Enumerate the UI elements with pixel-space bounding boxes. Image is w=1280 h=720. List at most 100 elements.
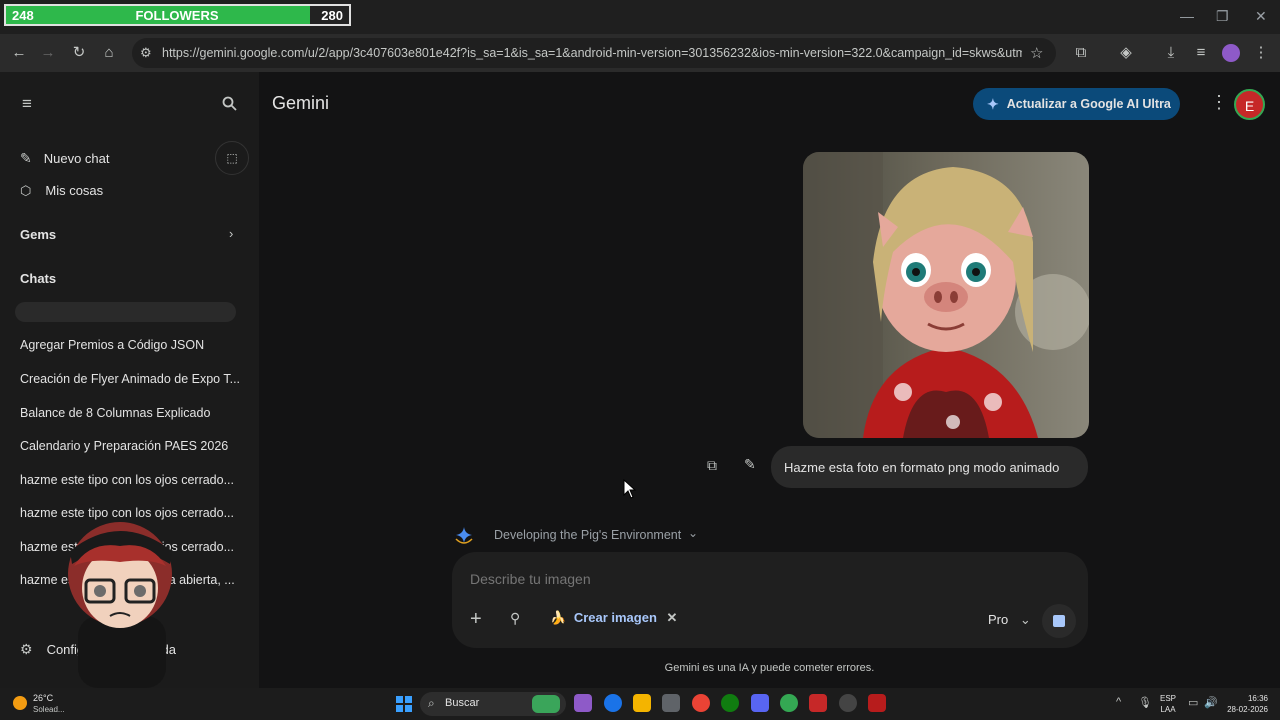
my-stuff-button[interactable]: ⬡ Mis cosas — [20, 183, 103, 199]
disclaimer: Gemini es una IA y puede cometer errores… — [664, 662, 875, 674]
media-control-icon[interactable]: ≡ — [1190, 42, 1212, 64]
create-image-chip[interactable]: 🍌 Crear imagen ✕ — [550, 610, 677, 626]
stop-button[interactable] — [1042, 604, 1076, 638]
user-prompt-bubble: Hazme esta foto en formato png modo anim… — [771, 446, 1088, 488]
copilot-icon[interactable] — [574, 694, 592, 712]
restore-icon[interactable]: ❐ — [1216, 8, 1229, 25]
search-highlight-icon — [532, 695, 560, 713]
followers-current: 248 — [12, 7, 34, 23]
new-chat-button[interactable]: ✎ Nuevo chat — [20, 150, 110, 167]
tools-icon[interactable]: ⚲ — [510, 610, 520, 627]
model-label: Pro — [988, 612, 1009, 627]
store-icon[interactable] — [662, 694, 680, 712]
temporary-chat-icon[interactable]: ⬚ — [215, 141, 249, 175]
language-indicator[interactable]: ESP LAA — [1160, 693, 1176, 715]
chat-item[interactable]: Balance de 8 Columnas Explicado — [20, 406, 240, 420]
pig-character-image — [803, 152, 1089, 438]
network-icon[interactable]: ▭ — [1188, 696, 1198, 709]
close-icon[interactable]: ✕ — [1255, 8, 1267, 25]
chat-item[interactable]: hazme este tipo con los ojos cerrado... — [20, 473, 240, 487]
streamer-avatar-overlay — [68, 522, 172, 688]
incognito-icon[interactable]: ◈ — [1115, 42, 1137, 64]
date: 28-02-2026 — [1227, 705, 1268, 714]
lang-bottom: LAA — [1160, 705, 1176, 714]
xbox-icon[interactable] — [721, 694, 739, 712]
chrome-icon[interactable] — [692, 694, 710, 712]
chat-item[interactable]: Agregar Premios a Código JSON — [20, 338, 240, 352]
home-icon[interactable]: ⌂ — [98, 42, 120, 64]
weather-temp[interactable]: 26°C — [33, 693, 53, 703]
bookmark-star-icon[interactable]: ☆ — [1030, 44, 1043, 62]
browser-menu-icon[interactable]: ⋮ — [1250, 42, 1272, 64]
download-icon[interactable]: ⤓ — [1160, 42, 1182, 64]
copy-icon[interactable]: ⧉ — [707, 457, 717, 474]
app-icon[interactable] — [868, 694, 886, 712]
site-info-icon[interactable]: ⚙ — [140, 45, 152, 61]
create-image-label: Crear imagen — [573, 610, 657, 625]
volume-icon[interactable]: 🔊 — [1204, 696, 1218, 709]
new-chat-label: Nuevo chat — [43, 151, 110, 166]
microphone-icon[interactable]: 🎙 — [1138, 696, 1152, 709]
weather-sun-icon[interactable] — [13, 696, 27, 710]
app-icon[interactable] — [809, 694, 827, 712]
followers-label: FOLLOWERS — [135, 7, 219, 23]
gems-label: Gems — [20, 227, 57, 242]
sparkle-icon: ✦ — [987, 95, 999, 112]
gear-icon: ⚙ — [20, 641, 33, 657]
extensions-icon[interactable]: ⧉ — [1070, 42, 1092, 64]
banana-icon: 🍌 — [550, 610, 567, 625]
url-text[interactable]: https://gemini.google.com/u/2/app/3c4076… — [162, 46, 1022, 60]
browser-toolbar: ← → ↻ ⌂ ⚙ https://gemini.google.com/u/2/… — [0, 34, 1280, 72]
address-bar[interactable]: ⚙ https://gemini.google.com/u/2/app/3c40… — [132, 38, 1056, 68]
edit-icon[interactable]: ✎ — [744, 456, 756, 473]
search-icon[interactable] — [222, 96, 237, 111]
discord-icon[interactable] — [751, 694, 769, 712]
file-explorer-icon[interactable] — [633, 694, 651, 712]
add-icon[interactable]: + — [470, 608, 482, 631]
my-stuff-label: Mis cosas — [45, 183, 104, 198]
prompt-composer: + ⚲ 🍌 Crear imagen ✕ Pro ⌄ — [452, 552, 1088, 648]
obs-icon[interactable] — [839, 694, 857, 712]
profile-avatar[interactable] — [1222, 44, 1240, 62]
windows-taskbar: 26°C Solead... ⌕ Buscar ^ 🎙 ESP LAA ▭ 🔊 … — [0, 688, 1280, 720]
chat-item[interactable]: Creación de Flyer Animado de Expo T... — [20, 372, 240, 386]
clock[interactable]: 16:36 28-02-2026 — [1224, 693, 1268, 715]
weather-desc[interactable]: Solead... — [33, 705, 65, 714]
user-prompt-text: Hazme esta foto en formato png modo anim… — [784, 459, 1060, 475]
back-icon[interactable]: ← — [8, 42, 30, 64]
box-icon: ⬡ — [20, 183, 32, 198]
sidebar: ≡ ✎ Nuevo chat ⬚ ⬡ Mis cosas Gems › Chats … — [0, 72, 259, 688]
search-label: Buscar — [445, 697, 480, 709]
model-selector[interactable]: Pro ⌄ — [988, 612, 1031, 628]
followers-goal: 280 — [321, 7, 343, 23]
chat-item[interactable]: Calendario y Preparación PAES 2026 — [20, 439, 240, 453]
main-panel: Gemini ✦ Actualizar a Google AI Ultra ⋮ … — [259, 72, 1280, 688]
menu-icon[interactable]: ≡ — [22, 94, 32, 114]
chevron-up-icon[interactable]: ^ — [1116, 696, 1121, 708]
chevron-right-icon[interactable]: › — [229, 226, 233, 241]
title-bar: 248 FOLLOWERS 280 — ❐ ✕ — [0, 0, 1280, 34]
gems-section[interactable]: Gems — [20, 227, 56, 242]
search-icon: ⌕ — [428, 696, 435, 710]
more-options-icon[interactable]: ⋮ — [1210, 92, 1228, 113]
upgrade-label: Actualizar a Google AI Ultra — [1006, 97, 1171, 111]
account-avatar[interactable]: E — [1234, 89, 1265, 120]
forward-icon[interactable]: → — [37, 42, 59, 64]
chevron-down-icon: ⌄ — [1019, 612, 1031, 627]
upgrade-button[interactable]: ✦ Actualizar a Google AI Ultra — [973, 88, 1180, 120]
prompt-input[interactable] — [470, 568, 1050, 590]
reload-icon[interactable]: ↻ — [68, 42, 90, 64]
thinking-status[interactable]: Developing the Pig's Environment — [494, 528, 681, 542]
chevron-down-icon[interactable]: ⌄ — [688, 526, 698, 540]
edge-icon[interactable] — [604, 694, 622, 712]
uploaded-image[interactable] — [803, 152, 1089, 438]
taskbar-search[interactable]: ⌕ Buscar — [420, 692, 566, 716]
chats-heading-label: Chats — [20, 271, 57, 286]
followers-goal-bar: 248 FOLLOWERS 280 — [4, 4, 351, 26]
windows-start-icon[interactable] — [396, 696, 412, 712]
minimize-icon[interactable]: — — [1180, 8, 1194, 24]
mouse-cursor-icon — [623, 479, 637, 499]
remove-chip-icon[interactable]: ✕ — [667, 610, 678, 625]
chrome-profile-icon[interactable] — [780, 694, 798, 712]
stop-icon — [1053, 615, 1065, 627]
